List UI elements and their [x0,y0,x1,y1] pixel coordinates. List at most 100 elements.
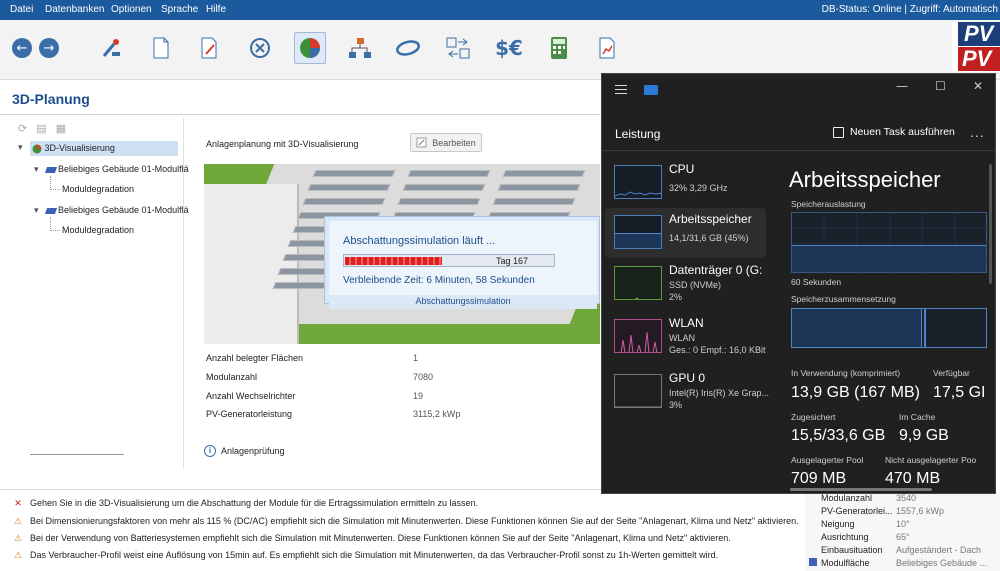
edit-icon [416,137,427,148]
menu-hilfe[interactable]: Hilfe [206,4,226,15]
3d-visualization-icon [32,144,42,154]
message-text: Das Verbraucher-Profil weist eine Auflös… [30,550,719,560]
perf-item-disk[interactable]: Datenträger 0 (G: SSD (NVMe) 2% [605,259,766,309]
perf-item-gpu[interactable]: GPU 0 Intel(R) Iris(R) Xe Grap... 3% [605,367,769,417]
chart-document-icon[interactable] [594,34,622,62]
project-tree: ⟳ ▤ ▦ ▾ 3D-Visualisierung ▾ Beliebiges G… [12,118,189,468]
module-area-icon [809,558,817,566]
solar-panel-row [312,170,396,177]
prop-key: Modulanzahl [821,493,873,503]
tree-item-moduldegradation-1[interactable]: Moduldegradation [62,184,134,194]
committed-value: 15,5/33,6 GB [791,427,886,444]
gpu-thumbnail [614,374,662,408]
currency-icon[interactable]: $€ [492,34,526,62]
tree-toolbar-icons[interactable]: ⟳ ▤ ▦ [18,122,69,135]
menu-datenbanken[interactable]: Datenbanken [45,4,105,15]
transfer-icon[interactable] [444,34,472,62]
warning-icon: ⚠ [13,517,23,527]
calculator-icon[interactable] [545,34,573,62]
close-circle-icon[interactable] [246,34,274,62]
task-manager-window: — ☐ ✕ Leistung Neuen Task ausführen ... … [601,73,996,494]
dialog-footer: Abschattungssimulation [329,295,597,309]
hamburger-menu-icon[interactable] [615,85,627,94]
document-icon[interactable] [147,34,175,62]
perf-item-wlan[interactable]: WLAN WLAN Ges.: 0 Empf.: 16,0 KBit [605,312,766,362]
edit-button[interactable]: Bearbeiten [410,133,482,152]
vertical-scrollbar[interactable] [989,164,992,284]
remaining-time: Verbleibende Zeit: 6 Minuten, 58 Sekunde… [343,275,535,286]
3d-visualization-icon[interactable] [294,32,326,64]
tree-item-3d-visualisierung[interactable]: 3D-Visualisierung [30,141,178,156]
pv-logo: PV PV [952,22,1000,72]
new-task-button[interactable]: Neuen Task ausführen [833,126,955,138]
new-task-icon [833,126,844,138]
message-item[interactable]: ✕ Gehen Sie in die 3D-Visualisierung um d… [12,498,478,509]
tree-expand-icon[interactable]: ▾ [34,205,39,216]
menu-datei[interactable]: Datei [10,4,33,15]
perf-item-name: CPU [669,162,695,176]
paged-pool-label: Ausgelagerter Pool [791,455,864,465]
db-status: DB-Status: Online | Zugriff: Automatisch [821,4,998,15]
perf-item-name: Datenträger 0 (G: [669,263,763,277]
cpu-thumbnail [614,165,662,199]
solar-panel-row [397,198,481,205]
close-icon[interactable]: ✕ [973,79,983,93]
perf-item-detail: WLAN [669,333,696,343]
module-area-icon [44,207,58,214]
memory-usage-graph [791,212,988,274]
progress-text: Tag 167 [496,256,529,266]
in-use-value: 13,9 GB (167 MB) [791,384,920,401]
in-use-segment [792,309,922,347]
logo-bottom: PV [958,47,1000,71]
perf-item-detail: 32% 3,29 GHz [669,183,728,193]
time-axis-label: 60 Sekunden [791,277,842,287]
forward-icon[interactable]: → [35,34,63,62]
ring-icon[interactable] [394,34,422,62]
logo-top: PV [958,22,1000,46]
minimize-icon[interactable]: — [896,79,908,93]
wizard-icon[interactable] [98,34,126,62]
back-icon[interactable]: ← [8,34,36,62]
stat-value: 19 [413,391,424,401]
tree-item-building-1[interactable]: Beliebiges Gebäude 01-Modulflä [44,164,189,174]
stat-value: 7080 [413,372,434,382]
maximize-icon[interactable]: ☐ [935,79,946,93]
tree-item-moduldegradation-2[interactable]: Moduldegradation [62,225,134,235]
building-wall [204,184,299,344]
system-check-link[interactable]: Anlagenprüfung [221,446,285,456]
menu-optionen[interactable]: Optionen [111,4,152,15]
simulation-progress-dialog: Abschattungssimulation läuft ... Tag 167… [324,216,600,309]
nonpaged-pool-value: 470 MB [885,470,941,487]
perf-item-cpu[interactable]: CPU 32% 3,29 GHz [605,158,766,208]
tree-scrollbar[interactable] [30,454,124,455]
perf-item-name: GPU 0 [669,371,706,385]
tree-item-building-2[interactable]: Beliebiges Gebäude 01-Modulflä [44,205,189,215]
divider [602,150,995,151]
perf-item-memory[interactable]: Arbeitsspeicher 14,1/31,6 GB (45%) [605,208,766,258]
solar-panel-row [302,198,386,205]
memory-usage-fill [792,245,986,272]
stat-label: Anzahl belegter Flächen [206,353,304,363]
prop-value: Beliebiges Gebäude ... [896,558,988,568]
message-item[interactable]: ⚠ Bei der Verwendung von Batteriesystemen… [12,533,731,544]
properties-panel: Modulanzahl 3540 PV-Generatorlei... 1557… [805,490,1000,571]
menu-sprache[interactable]: Sprache [161,4,198,15]
tree-expand-icon[interactable]: ▾ [18,142,23,153]
prop-key: Neigung [821,519,855,529]
horizontal-scrollbar[interactable] [790,488,932,491]
message-panel: ✕ Gehen Sie in die 3D-Visualisierung um d… [0,489,800,571]
wlan-thumbnail [614,319,662,353]
more-options-icon[interactable]: ... [970,124,985,140]
message-item[interactable]: ⚠ Bei Dimensionierungsfaktoren von mehr a… [12,516,799,527]
stat-value: 1 [413,353,419,363]
warning-icon: ⚠ [13,534,23,544]
composition-label: Speicherzusammensetzung [791,294,896,304]
hierarchy-icon[interactable] [346,34,374,62]
edit-document-icon[interactable] [196,34,224,62]
message-item[interactable]: ⚠ Das Verbraucher-Profil weist eine Auflö… [12,550,718,561]
toolbar: ← → $€ [0,20,1000,80]
tree-expand-icon[interactable]: ▾ [34,164,39,175]
warning-icon: ⚠ [13,551,23,561]
prop-key: Einbausituation [821,545,883,555]
memory-title: Arbeitsspeicher [789,167,941,192]
